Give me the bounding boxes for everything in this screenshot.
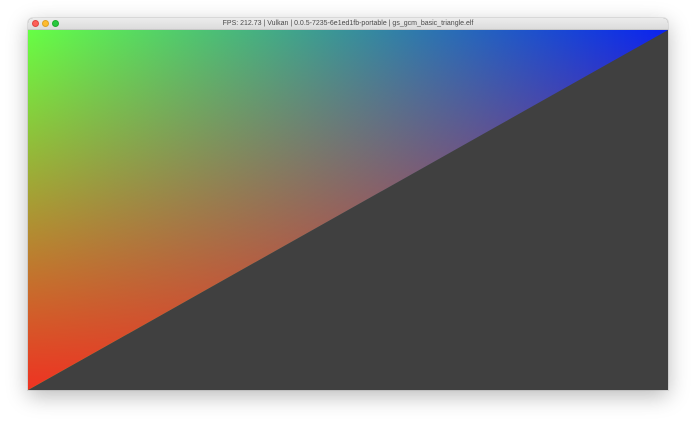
app-window: FPS: 212.73 | Vulkan | 0.0.5-7235-6e1ed1… bbox=[28, 18, 668, 390]
title-bar[interactable]: FPS: 212.73 | Vulkan | 0.0.5-7235-6e1ed1… bbox=[28, 18, 668, 30]
rendered-triangle-canvas bbox=[28, 30, 668, 390]
render-viewport bbox=[28, 30, 668, 390]
window-title: FPS: 212.73 | Vulkan | 0.0.5-7235-6e1ed1… bbox=[222, 20, 474, 27]
